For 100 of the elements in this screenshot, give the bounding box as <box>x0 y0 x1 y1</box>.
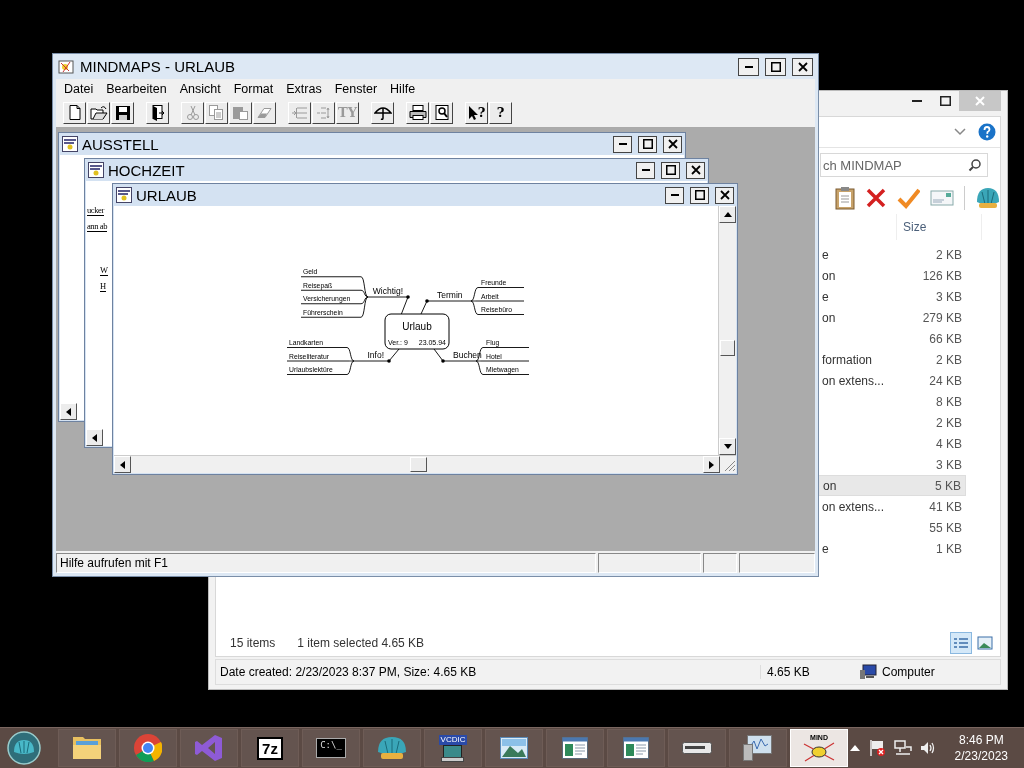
minimize-button[interactable] <box>738 57 759 76</box>
column-header[interactable]: Size <box>896 214 982 240</box>
menu-item[interactable]: Extras <box>286 81 322 96</box>
menu-item[interactable]: Datei <box>64 81 94 96</box>
chevron-down-icon[interactable] <box>954 128 966 136</box>
clock-time[interactable]: 8:46 PM <box>958 732 1004 748</box>
help-button[interactable]: ? <box>489 101 512 124</box>
details-view-button[interactable] <box>950 632 972 654</box>
preview-button[interactable] <box>430 101 453 124</box>
file-row[interactable]: 3 KB <box>818 454 966 475</box>
context-help-button[interactable]: ? <box>465 101 488 124</box>
menu-item[interactable]: Format <box>233 81 274 96</box>
new-button[interactable] <box>63 101 86 124</box>
file-row[interactable]: on 5 KB <box>818 475 966 496</box>
file-row[interactable]: on 279 KB <box>818 307 966 328</box>
maximize-button[interactable] <box>690 186 709 204</box>
checkmark-icon[interactable] <box>896 187 921 209</box>
flag-icon[interactable] <box>867 739 886 757</box>
file-row[interactable]: 66 KB <box>818 328 966 349</box>
console-logo: C:\_ <box>316 738 346 758</box>
window-title: MINDMAPS - URLAUB <box>80 58 236 75</box>
scroll-left-button[interactable] <box>86 429 103 446</box>
close-button[interactable] <box>792 57 813 76</box>
file-row[interactable]: 4 KB <box>818 433 966 454</box>
menu-item[interactable]: Hilfe <box>390 81 416 96</box>
scroll-left-button[interactable] <box>60 403 77 420</box>
help-icon[interactable] <box>978 123 996 141</box>
menu-item[interactable]: Fenster <box>334 81 378 96</box>
computer-icon <box>441 744 465 762</box>
exit-button[interactable] <box>146 101 169 124</box>
open-button[interactable] <box>87 101 110 124</box>
menu-item[interactable]: Ansicht <box>179 81 221 96</box>
branch-label[interactable]: Buchen <box>453 350 482 360</box>
folder-taskbar-button[interactable] <box>58 729 116 767</box>
card-icon[interactable] <box>930 189 954 207</box>
maximize-icon <box>770 61 781 72</box>
file-row[interactable]: 8 KB <box>818 391 966 412</box>
branch-label[interactable]: Wichtig! <box>372 286 403 296</box>
umbrella-button[interactable] <box>371 101 394 124</box>
document-window-icon <box>562 737 588 759</box>
branch-label[interactable]: Info! <box>367 350 384 360</box>
file-row[interactable]: e 1 KB <box>818 538 966 559</box>
console-taskbar-button[interactable]: C:\_ <box>302 729 360 767</box>
shell-icon[interactable] <box>974 186 1000 210</box>
vertical-scrollbar[interactable] <box>718 206 736 455</box>
scroll-left-button[interactable] <box>114 456 131 473</box>
type-cell-text: on extens... <box>821 373 885 388</box>
clock-date[interactable]: 2/23/2023 <box>954 748 1008 764</box>
vcdic-taskbar-button[interactable]: VCDIC <box>424 729 482 767</box>
file-row[interactable]: 55 KB <box>818 517 966 538</box>
maximize-button[interactable] <box>765 57 786 76</box>
document-text: H <box>100 281 106 292</box>
document-taskbar-button[interactable] <box>607 729 665 767</box>
minimize-button[interactable] <box>665 186 684 204</box>
scroll-down-button[interactable] <box>719 438 736 455</box>
list-icon <box>953 637 969 649</box>
status-text: Hilfe aufrufen mit F1 <box>56 553 596 573</box>
file-row[interactable]: on extens... 41 KB <box>818 496 966 517</box>
close-button[interactable] <box>715 186 734 204</box>
details-text: Date created: 2/23/2023 8:37 PM, Size: 4.65 KB <box>219 665 478 679</box>
file-row[interactable]: on 126 KB <box>818 265 966 286</box>
print-button[interactable] <box>406 101 429 124</box>
node-title[interactable]: Urlaub <box>402 321 432 332</box>
file-row[interactable]: e 2 KB <box>818 244 966 265</box>
drive-taskbar-button[interactable] <box>668 729 726 767</box>
menu-item[interactable]: Bearbeiten <box>106 81 167 96</box>
drive-icon <box>682 742 712 754</box>
minimize-button[interactable] <box>636 161 655 179</box>
maximize-button[interactable] <box>661 161 680 179</box>
close-button[interactable] <box>663 135 682 153</box>
size-cell-text: 1 KB <box>936 541 963 556</box>
photo-taskbar-button[interactable] <box>485 729 543 767</box>
file-row[interactable]: on extens... 24 KB <box>818 370 966 391</box>
close-button[interactable] <box>686 161 705 179</box>
scroll-up-button[interactable] <box>719 206 736 223</box>
selection-info: 1 item selected 4.65 KB <box>297 636 425 650</box>
save-button[interactable] <box>111 101 134 124</box>
delete-icon[interactable] <box>865 187 887 209</box>
speaker-icon[interactable] <box>919 741 937 755</box>
chrome-taskbar-button[interactable] <box>119 729 177 767</box>
scroll-right-button[interactable] <box>703 456 720 473</box>
document-taskbar-button[interactable] <box>546 729 604 767</box>
shell-taskbar-button[interactable] <box>363 729 421 767</box>
size-cell-text: 3 KB <box>936 289 963 304</box>
branch-label[interactable]: Termin <box>437 290 463 300</box>
file-row[interactable]: 2 KB <box>818 412 966 433</box>
monitor-taskbar-button[interactable] <box>729 729 787 767</box>
search-field[interactable]: ch MINDMAP <box>820 153 988 177</box>
scrollbar-thumb[interactable] <box>720 339 735 356</box>
minimize-button[interactable] <box>613 135 632 153</box>
show-hidden-icons-icon[interactable] <box>849 745 860 751</box>
sevenzip-taskbar-button[interactable]: 7z <box>241 729 299 767</box>
network-icon[interactable] <box>893 740 912 756</box>
file-row[interactable]: formation 2 KB <box>818 349 966 370</box>
maximize-button[interactable] <box>638 135 657 153</box>
file-row[interactable]: e 3 KB <box>818 286 966 307</box>
clipboard-icon[interactable] <box>834 186 856 210</box>
horizontal-scrollbar[interactable] <box>114 455 736 473</box>
scrollbar-thumb[interactable] <box>409 457 427 472</box>
node-frame[interactable] <box>384 313 450 350</box>
